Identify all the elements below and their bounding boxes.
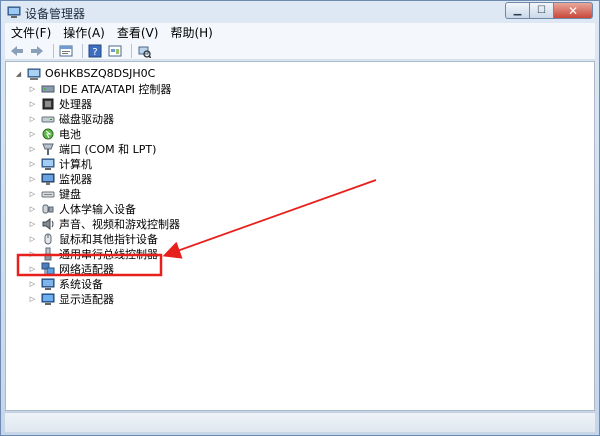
ide-controller-icon	[41, 85, 55, 92]
tree-item-processor[interactable]: ▷ 处理器	[28, 96, 92, 111]
mouse-icon	[44, 233, 52, 244]
menu-view[interactable]: 查看(V)	[111, 24, 165, 41]
close-button[interactable]: ✕	[553, 2, 593, 19]
tree-root-label: O6HKBSZQ8DSJH0C	[45, 67, 156, 80]
monitor-icon	[41, 173, 55, 185]
tree-item-label: 电池	[59, 127, 81, 141]
tree-item-display-adapter[interactable]: ▷ 显示适配器	[28, 291, 114, 306]
caption-buttons: ▁ ☐ ✕	[505, 2, 593, 19]
expand-arrow-icon[interactable]: ▷	[28, 204, 37, 213]
tree-item-label: 磁盘驱动器	[59, 112, 114, 126]
toolbar: ?	[5, 42, 595, 60]
tree-item-label: 键盘	[59, 187, 81, 201]
tree-item-label: 显示适配器	[59, 292, 114, 306]
tree-item-label: 人体学输入设备	[59, 202, 136, 216]
network-adapter-icon	[41, 262, 55, 274]
tree-item-label: 端口 (COM 和 LPT)	[59, 142, 157, 156]
scan-hardware-button[interactable]	[136, 43, 152, 59]
expand-arrow-icon[interactable]: ▷	[28, 99, 37, 108]
tree-item-label: 系统设备	[59, 277, 103, 291]
tree-item-usb[interactable]: ▷ 通用串行总线控制器	[28, 246, 158, 261]
expand-arrow-icon[interactable]: ▷	[28, 249, 37, 258]
expand-arrow-icon[interactable]: ▷	[28, 234, 37, 243]
toolbar-separator	[82, 43, 83, 58]
sound-icon	[42, 217, 54, 230]
tree-root[interactable]: ◢ O6HKBSZQ8DSJH0C	[14, 66, 156, 81]
menu-bar: 文件(F) 操作(A) 查看(V) 帮助(H)	[5, 23, 595, 42]
properties-button[interactable]	[58, 43, 74, 59]
tree-item-mouse[interactable]: ▷ 鼠标和其他指针设备	[28, 231, 158, 246]
expand-arrow-icon[interactable]: ▷	[28, 174, 37, 183]
tree-item-ports[interactable]: ▷ 端口 (COM 和 LPT)	[28, 141, 157, 156]
expand-arrow-icon[interactable]: ▷	[28, 189, 37, 198]
minimize-button[interactable]: ▁	[505, 2, 529, 19]
expand-arrow-icon[interactable]: ▷	[28, 144, 37, 153]
tree-item-hid[interactable]: ▷ 人体学输入设备	[28, 201, 136, 216]
expand-arrow-icon[interactable]: ▷	[28, 114, 37, 123]
tree-item-keyboard[interactable]: ▷ 键盘	[28, 186, 81, 201]
tree-item-label: 鼠标和其他指针设备	[59, 232, 158, 246]
computer-root-icon	[27, 68, 41, 80]
scan-hardware-icon	[138, 46, 151, 58]
window-title: 设备管理器	[25, 7, 86, 21]
expand-arrow-icon[interactable]: ▷	[28, 264, 37, 273]
expand-arrow-icon[interactable]: ▷	[28, 84, 37, 93]
system-device-icon	[41, 278, 55, 290]
collapse-arrow-icon[interactable]: ◢	[14, 69, 23, 78]
help-button[interactable]: ?	[87, 43, 103, 59]
menu-help[interactable]: 帮助(H)	[164, 24, 218, 41]
device-manager-window: 设备管理器 ▁ ☐ ✕ 文件(F) 操作(A) 查看(V) 帮助(H) ? ◢ …	[0, 0, 600, 436]
tree-item-computer[interactable]: ▷ 计算机	[28, 156, 92, 171]
tree-item-label: 计算机	[59, 157, 92, 171]
tree-item-sound[interactable]: ▷ 声音、视频和游戏控制器	[28, 216, 180, 231]
tree-item-label: 处理器	[59, 97, 92, 111]
show-hidden-button[interactable]	[107, 43, 123, 59]
menu-file[interactable]: 文件(F)	[5, 24, 57, 41]
device-manager-app-icon	[7, 6, 21, 18]
tree-item-label: 监视器	[59, 172, 92, 186]
tree-item-network-adapter[interactable]: ▷ 网络适配器	[28, 261, 114, 276]
hid-icon	[42, 204, 54, 213]
show-hidden-icon	[108, 45, 122, 56]
status-bar	[5, 412, 595, 432]
forward-button[interactable]	[29, 43, 45, 59]
tree-item-label: IDE ATA/ATAPI 控制器	[59, 82, 172, 96]
back-button[interactable]	[9, 43, 25, 59]
computer-icon	[41, 158, 55, 170]
properties-icon	[59, 45, 73, 56]
title-bar[interactable]: 设备管理器 ▁ ☐ ✕	[1, 1, 599, 23]
keyboard-icon	[41, 191, 55, 197]
tree-item-label: 通用串行总线控制器	[59, 247, 158, 261]
maximize-button[interactable]: ☐	[529, 2, 553, 19]
usb-icon	[44, 247, 52, 260]
port-icon	[42, 143, 54, 155]
tree-item-battery[interactable]: ▷ 电池	[28, 126, 81, 141]
disk-drive-icon	[41, 116, 55, 122]
help-icon: ?	[88, 44, 102, 58]
tree-item-monitor[interactable]: ▷ 监视器	[28, 171, 92, 186]
tree-item-disk-drive[interactable]: ▷ 磁盘驱动器	[28, 111, 114, 126]
expand-arrow-icon[interactable]: ▷	[28, 219, 37, 228]
expand-arrow-icon[interactable]: ▷	[28, 294, 37, 303]
forward-icon	[31, 45, 43, 56]
expand-arrow-icon[interactable]: ▷	[28, 279, 37, 288]
processor-icon	[42, 98, 54, 109]
back-icon	[11, 45, 23, 56]
menu-action[interactable]: 操作(A)	[57, 24, 111, 41]
tree-item-system-devices[interactable]: ▷ 系统设备	[28, 276, 103, 291]
device-tree-pane[interactable]: ◢ O6HKBSZQ8DSJH0C ▷ IDE ATA/ATAPI 控制器 ▷ …	[5, 61, 595, 411]
tree-item-ide-controller[interactable]: ▷ IDE ATA/ATAPI 控制器	[28, 81, 172, 96]
svg-text:?: ?	[92, 47, 97, 58]
expand-arrow-icon[interactable]: ▷	[28, 129, 37, 138]
battery-icon	[42, 128, 54, 139]
tree-item-label: 网络适配器	[59, 262, 114, 276]
tree-item-label: 声音、视频和游戏控制器	[59, 217, 180, 231]
toolbar-separator	[131, 43, 132, 58]
expand-arrow-icon[interactable]: ▷	[28, 159, 37, 168]
toolbar-separator	[53, 43, 54, 58]
display-adapter-icon	[41, 293, 55, 305]
